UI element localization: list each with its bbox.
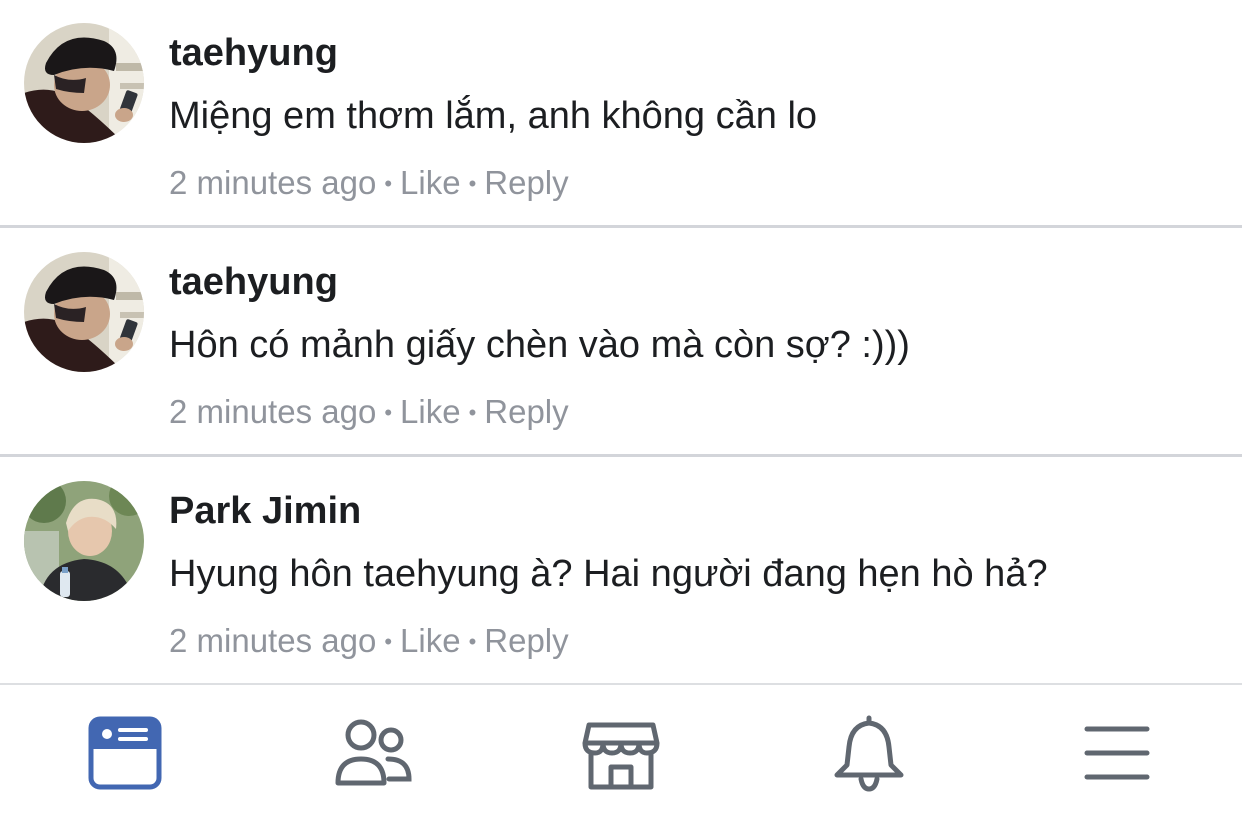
separator-dot: • xyxy=(468,629,477,654)
separator-dot: • xyxy=(468,400,477,425)
separator-dot: • xyxy=(384,400,393,425)
comment-timestamp: 2 minutes ago xyxy=(169,622,377,659)
comment-author[interactable]: taehyung xyxy=(169,259,338,305)
comment-text: Hyung hôn taehyung à? Hai người đang hẹn… xyxy=(169,553,1048,595)
comment-divider xyxy=(0,454,1242,457)
like-link[interactable]: Like xyxy=(400,164,461,201)
comment-item: Park Jimin Hyung hôn taehyung à? Hai ngư… xyxy=(0,458,1242,686)
tab-notifications[interactable] xyxy=(829,713,909,793)
reply-link[interactable]: Reply xyxy=(484,164,568,201)
avatar[interactable] xyxy=(24,252,144,372)
tab-marketplace[interactable] xyxy=(581,713,661,793)
comment-author[interactable]: taehyung xyxy=(169,30,338,76)
tab-menu[interactable] xyxy=(1077,713,1157,793)
separator-dot: • xyxy=(384,171,393,196)
news-feed-icon xyxy=(88,716,162,790)
reply-link[interactable]: Reply xyxy=(484,393,568,430)
like-link[interactable]: Like xyxy=(400,393,461,430)
friends-icon xyxy=(335,719,412,786)
comment-divider xyxy=(0,225,1242,228)
light-hair-avatar-icon xyxy=(24,481,144,601)
tab-news-feed[interactable] xyxy=(85,713,165,793)
like-link[interactable]: Like xyxy=(400,622,461,659)
tab-friends[interactable] xyxy=(333,713,413,793)
avatar[interactable] xyxy=(24,23,144,143)
marketplace-icon xyxy=(582,722,660,790)
separator-dot: • xyxy=(384,629,393,654)
separator-dot: • xyxy=(468,171,477,196)
dark-beret-avatar-icon xyxy=(24,252,144,372)
comment-meta: 2 minutes ago • Like • Reply xyxy=(169,163,569,204)
comment-item: taehyung Miệng em thơm lắm, anh không cầ… xyxy=(0,0,1242,228)
comment-text: Hôn có mảnh giấy chèn vào mà còn sợ? :))… xyxy=(169,324,910,366)
menu-icon xyxy=(1084,726,1150,780)
notifications-bell-icon xyxy=(834,715,904,792)
dark-beret-avatar-icon xyxy=(24,23,144,143)
reply-link[interactable]: Reply xyxy=(484,622,568,659)
comment-meta: 2 minutes ago • Like • Reply xyxy=(169,621,569,662)
comment-timestamp: 2 minutes ago xyxy=(169,164,377,201)
bottom-tab-bar xyxy=(0,683,1242,820)
comment-meta: 2 minutes ago • Like • Reply xyxy=(169,392,569,433)
comment-author[interactable]: Park Jimin xyxy=(169,488,361,534)
avatar[interactable] xyxy=(24,481,144,601)
comment-text: Miệng em thơm lắm, anh không cần lo xyxy=(169,95,818,137)
comment-item: taehyung Hôn có mảnh giấy chèn vào mà cò… xyxy=(0,229,1242,457)
comment-timestamp: 2 minutes ago xyxy=(169,393,377,430)
